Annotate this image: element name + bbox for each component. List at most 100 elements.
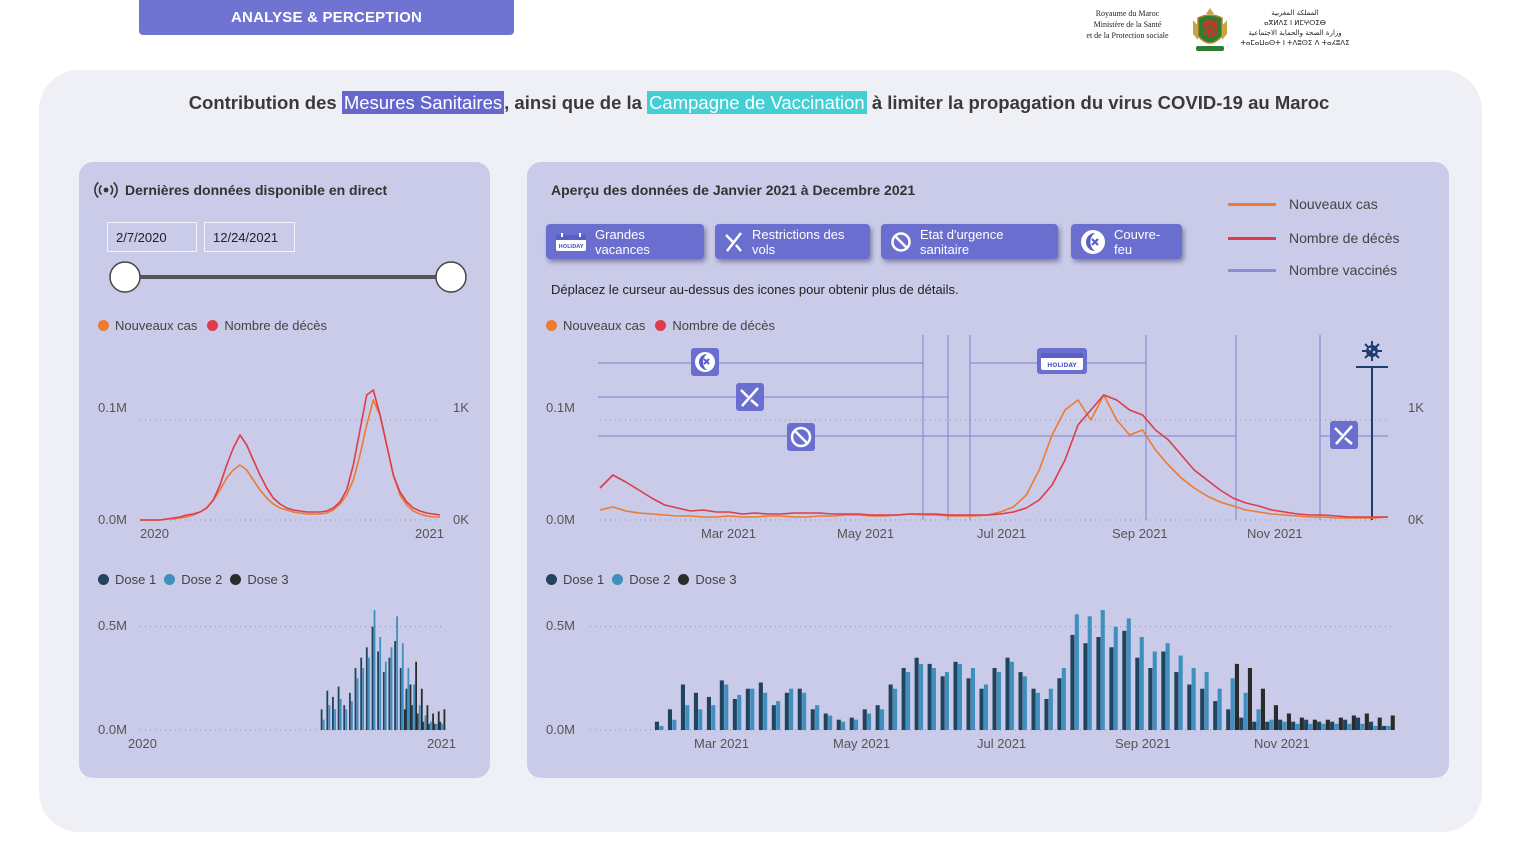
bar-dose-2	[944, 672, 949, 730]
title-text: , ainsi que de la	[504, 92, 648, 113]
bar-dose-2	[1334, 723, 1339, 730]
bar-dose-1	[1122, 630, 1127, 730]
curfew-button[interactable]: Couvre-feu	[1071, 224, 1182, 259]
virus-icon[interactable]	[1361, 340, 1383, 362]
bar-dose-1	[365, 647, 368, 730]
bar-dose-1	[654, 721, 659, 730]
bar-dose-2	[1139, 637, 1144, 730]
bar-dose-1	[745, 688, 750, 730]
bar-dose-1	[439, 721, 442, 730]
broadcast-icon	[94, 181, 118, 199]
bar-dose-3	[1299, 717, 1304, 730]
bar-dose-2	[418, 705, 421, 730]
bar-dose-2	[698, 709, 703, 730]
bar-dose-2	[854, 719, 859, 730]
x-tick: May 2021	[833, 736, 891, 751]
ministry-name-fr: Royaume du Maroc Ministère de la Santé e…	[1070, 8, 1185, 41]
bar-dose-1	[1278, 719, 1283, 730]
bar-dose-2	[841, 721, 846, 730]
bar-dose-1	[1317, 721, 1322, 730]
bar-dose-2	[1022, 676, 1027, 730]
bar-dose-1	[377, 651, 379, 730]
title-text: à limiter la propagation du virus COVID-…	[866, 92, 1330, 113]
bar-dose-3	[415, 661, 417, 730]
bar-dose-1	[371, 626, 374, 730]
legend-label: Nombre de décès	[224, 318, 328, 333]
plane-off-event-icon[interactable]	[1330, 421, 1358, 449]
bar-dose-1	[810, 709, 815, 730]
bar-dose-1	[979, 688, 984, 730]
legend-dot-dose2	[612, 574, 624, 585]
bar-dose-1	[416, 713, 419, 730]
bar-dose-1	[875, 705, 880, 730]
bar-dose-2	[1386, 725, 1391, 730]
tab-analyse-perception[interactable]: ANALYSE & PERCEPTION	[139, 0, 514, 35]
bar-dose-2	[390, 647, 393, 730]
bar-dose-1	[1031, 688, 1036, 730]
bar-dose-2	[659, 725, 664, 730]
bar-dose-2	[362, 668, 365, 730]
bar-dose-2	[789, 688, 794, 730]
x-tick: 2020	[140, 526, 169, 541]
legend-dot-deaths	[207, 320, 219, 331]
series-line-nouveaux-cas	[599, 394, 1389, 519]
legend-label: Dose 3	[695, 572, 737, 587]
bar-dose-2	[1243, 692, 1248, 730]
y-tick: 0.5M	[98, 618, 127, 633]
bar-dose-3	[443, 709, 446, 730]
y-tick-right: 0K	[453, 512, 469, 527]
ministry-fr-line: et de la Protection sociale	[1086, 31, 1169, 40]
x-tick: Jul 2021	[977, 736, 1027, 751]
bar-dose-1	[1226, 709, 1231, 730]
flight-restrictions-button[interactable]: Restrictions des vols	[715, 224, 870, 259]
bar-dose-1	[332, 696, 334, 730]
x-tick: Nov 2021	[1254, 736, 1310, 751]
holiday-button[interactable]: HOLIDAY Grandes vacances	[546, 224, 704, 259]
y-tick: 0.5M	[546, 618, 575, 633]
plane-off-event-icon[interactable]	[736, 383, 764, 411]
bar-dose-2	[763, 692, 768, 730]
bar-dose-1	[992, 668, 997, 730]
y-tick: 0.0M	[546, 722, 575, 737]
date-range-slider[interactable]	[105, 260, 475, 296]
bar-dose-3	[1351, 715, 1356, 730]
button-label: Couvre-feu	[1114, 226, 1161, 257]
bar-dose-3	[1260, 688, 1265, 730]
bar-dose-1	[1252, 721, 1257, 730]
series-line-nombre-de-d-c-s	[140, 389, 441, 521]
holiday-event-icon[interactable]: HOLIDAY	[1037, 348, 1087, 374]
bar-dose-1	[349, 692, 351, 730]
bar-dose-2	[996, 672, 1001, 730]
legend-label: Dose 3	[247, 572, 289, 587]
bar-dose-2	[1087, 616, 1092, 730]
bar-dose-2	[867, 713, 872, 730]
slider-handle-start[interactable]	[109, 261, 141, 293]
bar-dose-2	[815, 705, 820, 730]
curfew-event-icon[interactable]	[691, 348, 719, 376]
bar-dose-1	[823, 713, 828, 730]
bar-dose-2	[1009, 661, 1014, 730]
bar-dose-3	[1364, 713, 1369, 730]
bar-dose-1	[862, 709, 867, 730]
bar-dose-2	[351, 701, 353, 730]
ministry-fr-line: Ministère de la Santé	[1093, 20, 1162, 29]
bar-dose-2	[396, 616, 398, 730]
prohibited-event-icon[interactable]	[787, 423, 815, 451]
legend-dot-dose3	[230, 574, 242, 585]
bar-dose-1	[1161, 651, 1166, 730]
overview-title: Aperçu des données de Janvier 2021 à Dec…	[551, 182, 916, 198]
bar-dose-3	[1273, 705, 1278, 730]
bar-dose-1	[1382, 725, 1387, 730]
health-emergency-button[interactable]: Etat d'urgence sanitaire	[881, 224, 1058, 259]
slider-handle-end[interactable]	[435, 261, 467, 293]
ministry-logo: Royaume du Maroc Ministère de la Santé e…	[1070, 6, 1360, 56]
bar-dose-2	[957, 663, 962, 730]
legend-label: Nouveaux cas	[1289, 196, 1378, 212]
bar-dose-2	[334, 709, 336, 730]
bar-dose-2	[1061, 668, 1066, 730]
date-start-input[interactable]: 2/7/2020	[107, 222, 197, 252]
bar-dose-3	[437, 711, 440, 730]
date-end-input[interactable]: 12/24/2021	[204, 222, 295, 252]
bar-dose-1	[953, 661, 958, 730]
button-label: Restrictions des vols	[752, 226, 845, 257]
